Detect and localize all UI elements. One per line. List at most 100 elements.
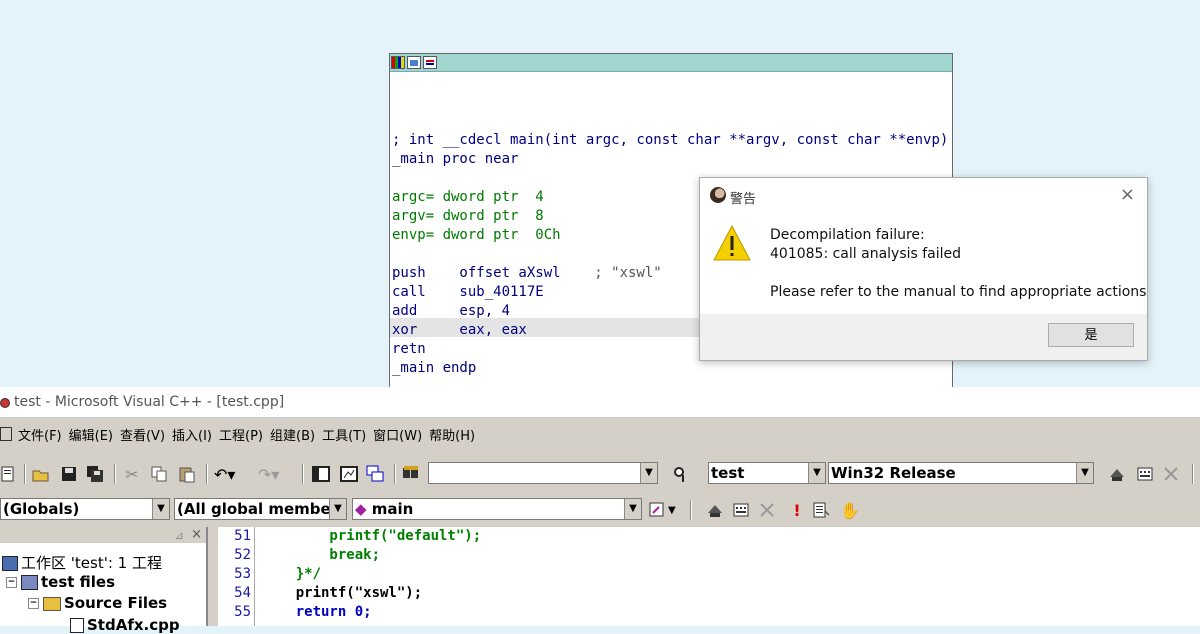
menu-file[interactable]: 文件(F)	[18, 425, 69, 449]
source-line[interactable]: break;	[262, 547, 380, 563]
wizard-action-icon[interactable]	[648, 501, 666, 519]
save-all-icon[interactable]	[86, 465, 104, 483]
close-icon[interactable]: ×	[1120, 184, 1135, 205]
build-icon[interactable]	[1136, 465, 1154, 483]
members-combo[interactable]: (All global members ▼	[174, 498, 347, 520]
find-in-files-icon[interactable]	[402, 465, 420, 483]
find-combo[interactable]: ▼	[428, 462, 658, 484]
copy-icon[interactable]	[150, 465, 168, 483]
paste-icon[interactable]	[178, 465, 196, 483]
document-icon	[0, 427, 12, 441]
window-list-icon[interactable]	[366, 465, 384, 483]
project-icon	[21, 575, 38, 590]
warning-icon	[713, 224, 751, 261]
chevron-down-icon[interactable]: ▼	[152, 499, 169, 519]
save-icon[interactable]	[60, 465, 78, 483]
ida-code-line[interactable]: ; int __cdecl main(int argc, const char …	[392, 131, 948, 150]
menu-build[interactable]: 组建(B)	[270, 425, 322, 449]
undo-icon[interactable]: ↶▾	[214, 465, 248, 484]
workspace-pane: ⊿ × 工作区 'test': 1 工程 − test files − Source…	[0, 527, 208, 634]
menu-tools[interactable]: 工具(T)	[322, 425, 373, 449]
line-number: 53	[234, 566, 251, 582]
workspace-window-icon[interactable]	[312, 465, 330, 483]
chevron-down-icon[interactable]: ▼	[624, 499, 641, 519]
dialog-footer: 是	[700, 314, 1147, 360]
menu-insert[interactable]: 插入(I)	[172, 425, 219, 449]
vc-titlebar: test - Microsoft Visual C++ - [test.cpp]	[0, 387, 1200, 418]
yes-button[interactable]: 是	[1048, 323, 1134, 347]
warning-dialog: 警告 × Decompilation failure: 401085: call…	[699, 177, 1148, 361]
graph-colors-icon[interactable]	[391, 56, 405, 69]
compile-icon[interactable]	[1108, 465, 1126, 483]
chevron-down-icon[interactable]: ▼	[329, 499, 346, 519]
insert-breakpoint-icon[interactable]	[812, 501, 830, 519]
wizard-toolbar: (Globals) ▼ (All global members ▼ ◆ main ▼ …	[0, 496, 1200, 524]
source-line[interactable]: }*/	[262, 566, 321, 582]
ida-code-line[interactable]: retn	[392, 340, 426, 359]
source-line[interactable]: printf("xswl");	[262, 585, 422, 601]
tree-file[interactable]: StdAfx.cpp	[70, 616, 180, 634]
vc-app-icon	[0, 398, 10, 408]
ida-code-line[interactable]: push offset aXswl ; "xswl"	[392, 264, 662, 283]
source-line[interactable]: return 0;	[262, 604, 372, 620]
ida-code-line[interactable]: add esp, 4	[392, 302, 510, 321]
menu-edit[interactable]: 编辑(E)	[69, 425, 120, 449]
dialog-message-line1: Decompilation failure:	[770, 227, 925, 243]
chevron-down-icon[interactable]: ▼	[668, 505, 686, 523]
ida-code-line[interactable]: argv= dword ptr 8	[392, 207, 544, 226]
compile-icon-2[interactable]	[706, 501, 724, 519]
collapse-icon[interactable]: −	[6, 577, 17, 588]
open-folder-icon[interactable]	[32, 465, 50, 483]
stop-build-icon-2[interactable]	[758, 501, 776, 519]
snowflake-logo-icon: ❄	[1010, 535, 1057, 600]
execute-icon[interactable]: !	[788, 501, 806, 520]
tree-workspace[interactable]: 工作区 'test': 1 工程	[2, 552, 162, 573]
line-number: 52	[234, 547, 251, 563]
chevron-down-icon[interactable]: ▼	[808, 463, 825, 483]
app-avatar-icon	[710, 187, 726, 203]
function-diamond-icon: ◆	[355, 500, 367, 518]
chevron-down-icon[interactable]: ▼	[1076, 463, 1093, 483]
config-combo[interactable]: Win32 Release ▼	[828, 462, 1094, 484]
close-icon[interactable]: ×	[191, 527, 202, 542]
menu-help[interactable]: 帮助(H)	[429, 425, 482, 449]
find-icon[interactable]	[672, 465, 690, 483]
tree-project[interactable]: − test files	[6, 573, 115, 591]
dialog-message-line3: Please refer to the manual to find appro…	[770, 284, 1147, 300]
watermark: 看雪	[1080, 554, 1157, 595]
text-view-icon[interactable]	[423, 56, 437, 69]
project-combo[interactable]: test ▼	[708, 462, 826, 484]
dock-icon[interactable]: ⊿	[175, 529, 184, 542]
source-line[interactable]: printf("default");	[262, 528, 481, 544]
chevron-down-icon[interactable]: ▼	[640, 463, 657, 483]
line-number: 51	[234, 528, 251, 544]
menu-project[interactable]: 工程(P)	[219, 425, 270, 449]
globals-combo[interactable]: (Globals) ▼	[0, 498, 170, 520]
ida-code-line[interactable]: envp= dword ptr 0Ch	[392, 226, 561, 245]
workspace-icon	[2, 556, 18, 571]
menu-window[interactable]: 窗口(W)	[373, 425, 429, 449]
dialog-title: 警告	[730, 192, 757, 207]
tree-folder[interactable]: − Source Files	[28, 594, 167, 612]
hand-icon[interactable]: ✋	[840, 501, 860, 520]
build-icon-2[interactable]	[732, 501, 750, 519]
menu-view[interactable]: 查看(V)	[120, 425, 172, 449]
new-file-icon[interactable]	[0, 465, 18, 483]
standard-toolbar: ✂ ↶▾ ↷▾ ▼ test ▼ Win32 Release ▼	[0, 460, 1200, 488]
workspace-header: ⊿ ×	[0, 527, 206, 543]
ida-code-line[interactable]: _main proc near	[392, 150, 518, 169]
ida-code-line[interactable]: argc= dword ptr 4	[392, 188, 544, 207]
function-combo[interactable]: ◆ main ▼	[352, 498, 642, 520]
output-window-icon[interactable]	[340, 465, 358, 483]
graph-view-icon[interactable]	[407, 56, 421, 69]
ida-code-line[interactable]: _main endp	[392, 359, 476, 378]
ida-code-line[interactable]: call sub_40117E	[392, 283, 544, 302]
collapse-icon[interactable]: −	[28, 598, 39, 609]
line-number-gutter: 51 52 53 54 55	[218, 527, 255, 626]
redo-icon[interactable]: ↷▾	[258, 465, 292, 484]
ida-code-line[interactable]: xor eax, eax	[392, 321, 527, 340]
line-number: 55	[234, 604, 251, 620]
stop-build-icon[interactable]	[1162, 465, 1180, 483]
cut-icon[interactable]: ✂	[123, 465, 141, 484]
line-number: 54	[234, 585, 251, 601]
